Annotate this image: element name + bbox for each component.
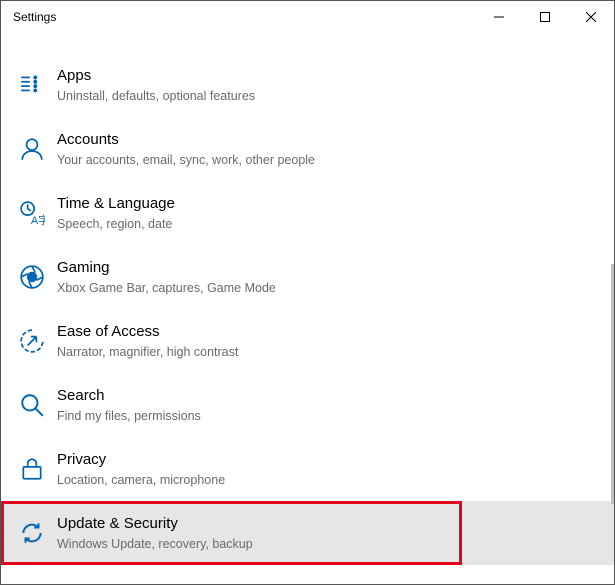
window-title: Settings	[13, 10, 476, 24]
item-title: Accounts	[57, 130, 315, 150]
gaming-icon	[19, 264, 45, 290]
scrollbar[interactable]	[611, 64, 614, 554]
item-desc: Narrator, magnifier, high contrast	[57, 344, 238, 360]
maximize-button[interactable]	[522, 1, 568, 33]
minimize-button[interactable]	[476, 1, 522, 33]
settings-item-accounts[interactable]: Accounts Your accounts, email, sync, wor…	[1, 117, 614, 181]
item-title: Update & Security	[57, 514, 253, 534]
settings-list: Apps Uninstall, defaults, optional featu…	[1, 33, 614, 565]
item-desc: Uninstall, defaults, optional features	[57, 88, 255, 104]
item-desc: Your accounts, email, sync, work, other …	[57, 152, 315, 168]
accounts-icon	[19, 136, 45, 162]
settings-item-ease-of-access[interactable]: Ease of Access Narrator, magnifier, high…	[1, 309, 614, 373]
privacy-icon	[19, 456, 45, 482]
ease-of-access-icon	[19, 328, 45, 354]
apps-icon	[19, 72, 45, 98]
item-title: Privacy	[57, 450, 225, 470]
titlebar: Settings	[1, 1, 614, 33]
settings-item-search[interactable]: Search Find my files, permissions	[1, 373, 614, 437]
close-button[interactable]	[568, 1, 614, 33]
item-desc: Xbox Game Bar, captures, Game Mode	[57, 280, 276, 296]
item-title: Search	[57, 386, 201, 406]
item-desc: Find my files, permissions	[57, 408, 201, 424]
settings-item-apps[interactable]: Apps Uninstall, defaults, optional featu…	[1, 53, 614, 117]
update-security-icon	[19, 520, 45, 546]
search-icon	[19, 392, 45, 418]
item-title: Gaming	[57, 258, 276, 278]
item-title: Ease of Access	[57, 322, 238, 342]
settings-item-gaming[interactable]: Gaming Xbox Game Bar, captures, Game Mod…	[1, 245, 614, 309]
item-title: Apps	[57, 66, 255, 86]
window-controls	[476, 1, 614, 33]
time-language-icon: A字	[19, 200, 45, 226]
svg-text:A字: A字	[31, 213, 45, 226]
settings-item-update-security[interactable]: Update & Security Windows Update, recove…	[1, 501, 614, 565]
scrollbar-thumb[interactable]	[611, 264, 614, 504]
item-desc: Windows Update, recovery, backup	[57, 536, 253, 552]
settings-item-time-language[interactable]: A字 Time & Language Speech, region, date	[1, 181, 614, 245]
settings-item-privacy[interactable]: Privacy Location, camera, microphone	[1, 437, 614, 501]
item-desc: Location, camera, microphone	[57, 472, 225, 488]
item-title: Time & Language	[57, 194, 175, 214]
item-desc: Speech, region, date	[57, 216, 175, 232]
